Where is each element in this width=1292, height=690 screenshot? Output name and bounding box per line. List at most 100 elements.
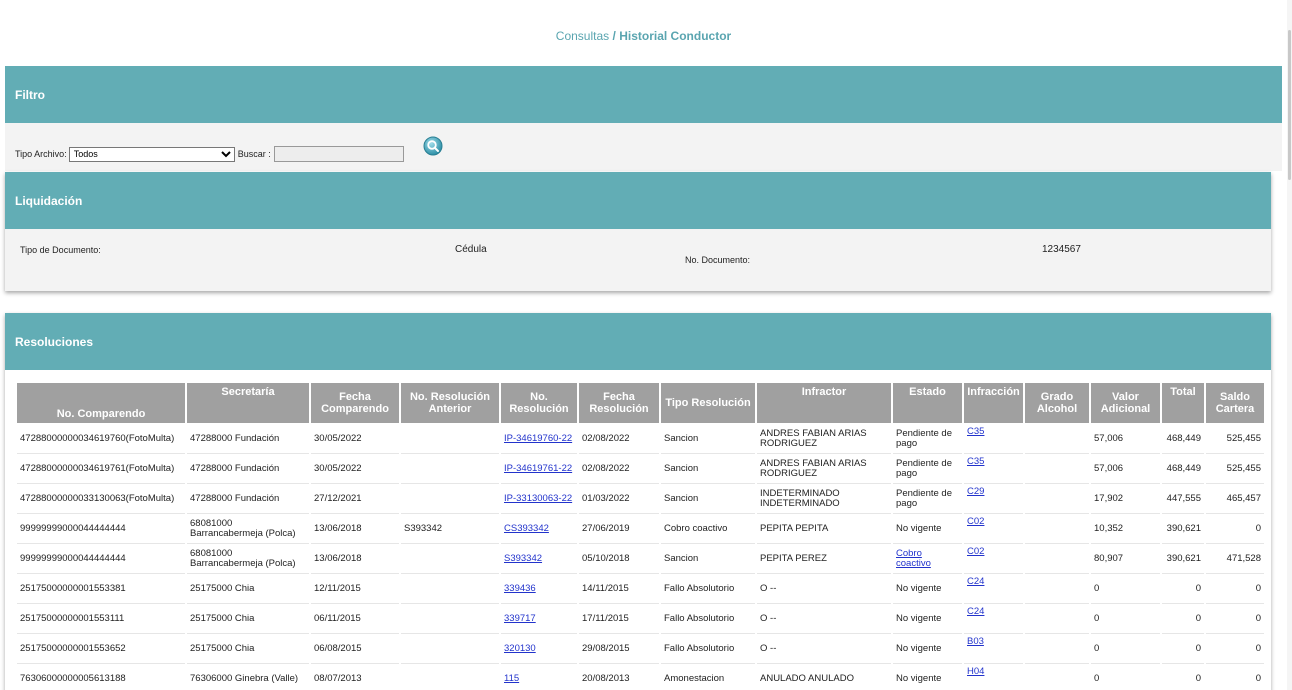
infraccion-link[interactable]: C29: [967, 486, 984, 497]
column-header[interactable]: Infracción: [964, 383, 1023, 424]
infractor-cell: ANDRES FABIAN ARIAS RODRIGUEZ: [757, 454, 891, 484]
scrollbar-thumb[interactable]: [1288, 30, 1291, 180]
search-button[interactable]: [423, 136, 443, 156]
page-scrollbar[interactable]: [1287, 0, 1292, 690]
tipo-resolucion-cell: Sancion: [661, 544, 755, 574]
resolucion-cell: 339436: [501, 574, 577, 604]
comparendo-cell: 99999999000044444444: [17, 514, 185, 544]
infraccion-link[interactable]: C24: [967, 576, 984, 587]
secretaria-cell: 68081000 Barrancabermeja (Polca): [187, 514, 309, 544]
infractor-cell: O --: [757, 574, 891, 604]
estado-cell: Cobro coactivo: [893, 544, 962, 574]
tipo-resolucion-cell: Fallo Absolutorio: [661, 574, 755, 604]
liquidation-panel-header: Liquidación: [5, 172, 1271, 229]
resolucion-link[interactable]: S393342: [504, 553, 542, 564]
resolucion-link[interactable]: 339717: [504, 613, 536, 624]
tipo-resolucion-cell: Sancion: [661, 424, 755, 454]
resolucion-link[interactable]: IP-34619761-22: [504, 463, 572, 474]
comparendo-cell: 25175000000001553111: [17, 604, 185, 634]
search-input[interactable]: [273, 146, 404, 162]
valor-adicional-cell: 0: [1091, 664, 1160, 690]
infraccion-link[interactable]: C02: [967, 516, 984, 527]
resolucion-link[interactable]: CS393342: [504, 523, 549, 534]
comparendo-cell: 47288000000034619761(FotoMulta): [17, 454, 185, 484]
column-header[interactable]: Estado: [893, 383, 962, 424]
infraccion-link[interactable]: C24: [967, 606, 984, 617]
valor-adicional-cell: 0: [1091, 634, 1160, 664]
resolucion-link[interactable]: 339436: [504, 583, 536, 594]
grado-alcohol-cell: [1025, 544, 1089, 574]
infractor-cell: O --: [757, 634, 891, 664]
page-title: Historial Conductor: [619, 29, 732, 43]
resolucion-link[interactable]: 320130: [504, 643, 536, 654]
comparendo-cell: 99999999000044444444: [17, 544, 185, 574]
column-header[interactable]: Total: [1162, 383, 1204, 424]
resolucion-cell: CS393342: [501, 514, 577, 544]
column-header[interactable]: Fecha Comparendo: [311, 383, 399, 424]
fecha-resolucion-cell: 02/08/2022: [579, 454, 659, 484]
infraccion-cell: C02: [964, 544, 1023, 574]
resolucion-anterior-cell: [401, 574, 499, 604]
secretaria-cell: 76306000 Ginebra (Valle): [187, 664, 309, 690]
column-header[interactable]: Valor Adicional: [1091, 383, 1160, 424]
document-number-value: 1234567: [1042, 244, 1081, 255]
estado-cell: Pendiente de pago: [893, 484, 962, 514]
saldo-cartera-cell: 0: [1206, 604, 1264, 634]
saldo-cartera-cell: 471,528: [1206, 544, 1264, 574]
table-row: 47288000000034619761(FotoMulta) 47288000 …: [17, 454, 1264, 484]
infraccion-link[interactable]: C02: [967, 546, 984, 557]
fecha-resolucion-cell: 20/08/2013: [579, 664, 659, 690]
tipo-resolucion-cell: Cobro coactivo: [661, 514, 755, 544]
resolucion-cell: 339717: [501, 604, 577, 634]
total-cell: 0: [1162, 574, 1204, 604]
infraccion-link[interactable]: C35: [967, 456, 984, 467]
column-header[interactable]: Infractor: [757, 383, 891, 424]
total-cell: 0: [1162, 634, 1204, 664]
filter-panel-body: Tipo Archivo: Todos Buscar :: [5, 123, 1282, 171]
column-header[interactable]: No. Resolución: [501, 383, 577, 424]
fecha-comparendo-cell: 30/05/2022: [311, 424, 399, 454]
breadcrumb-parent[interactable]: Consultas: [556, 29, 609, 43]
infractor-cell: PEPITA PEREZ: [757, 544, 891, 574]
grado-alcohol-cell: [1025, 424, 1089, 454]
fecha-resolucion-cell: 01/03/2022: [579, 484, 659, 514]
resolucion-cell: 320130: [501, 634, 577, 664]
valor-adicional-cell: 0: [1091, 574, 1160, 604]
document-number-label: No. Documento:: [685, 255, 751, 265]
total-cell: 390,621: [1162, 544, 1204, 574]
resolucion-link[interactable]: IP-33130063-22: [504, 493, 572, 504]
resolucion-link[interactable]: 115: [504, 673, 519, 684]
resolutions-panel-header: Resoluciones: [5, 313, 1271, 370]
fecha-comparendo-cell: 30/05/2022: [311, 454, 399, 484]
tipo-resolucion-cell: Fallo Absolutorio: [661, 634, 755, 664]
infraccion-cell: B03: [964, 634, 1023, 664]
breadcrumb-separator: /: [609, 29, 620, 43]
resolucion-link[interactable]: IP-34619760-22: [504, 433, 572, 444]
estado-cell: No vigente: [893, 514, 962, 544]
secretaria-cell: 47288000 Fundación: [187, 424, 309, 454]
table-row: 25175000000001553111 25175000 Chia 06/11/2…: [17, 604, 1264, 634]
fecha-resolucion-cell: 27/06/2019: [579, 514, 659, 544]
column-header[interactable]: Secretaría: [187, 383, 309, 424]
estado-link[interactable]: Cobro coactivo: [896, 548, 931, 569]
table-row: 76306000000005613188 76306000 Ginebra (Va…: [17, 664, 1264, 690]
column-header[interactable]: No. Comparendo: [17, 383, 185, 424]
column-header[interactable]: Saldo Cartera: [1206, 383, 1264, 424]
infraccion-link[interactable]: H04: [967, 666, 984, 677]
column-header[interactable]: Fecha Resolución: [579, 383, 659, 424]
file-type-select[interactable]: Todos: [68, 146, 235, 162]
resolucion-anterior-cell: [401, 484, 499, 514]
column-header[interactable]: No. Resolución Anterior: [401, 383, 499, 424]
resolucion-cell: IP-34619760-22: [501, 424, 577, 454]
infraccion-link[interactable]: C35: [967, 426, 984, 437]
total-cell: 468,449: [1162, 424, 1204, 454]
infraccion-link[interactable]: B03: [967, 636, 984, 647]
estado-cell: No vigente: [893, 664, 962, 690]
estado-cell: Pendiente de pago: [893, 424, 962, 454]
column-header[interactable]: Grado Alcohol: [1025, 383, 1089, 424]
filter-row: Tipo Archivo: Todos Buscar :: [15, 146, 404, 162]
estado-cell: Pendiente de pago: [893, 454, 962, 484]
resolucion-cell: S393342: [501, 544, 577, 574]
tipo-resolucion-cell: Sancion: [661, 484, 755, 514]
column-header[interactable]: Tipo Resolución: [661, 383, 755, 424]
